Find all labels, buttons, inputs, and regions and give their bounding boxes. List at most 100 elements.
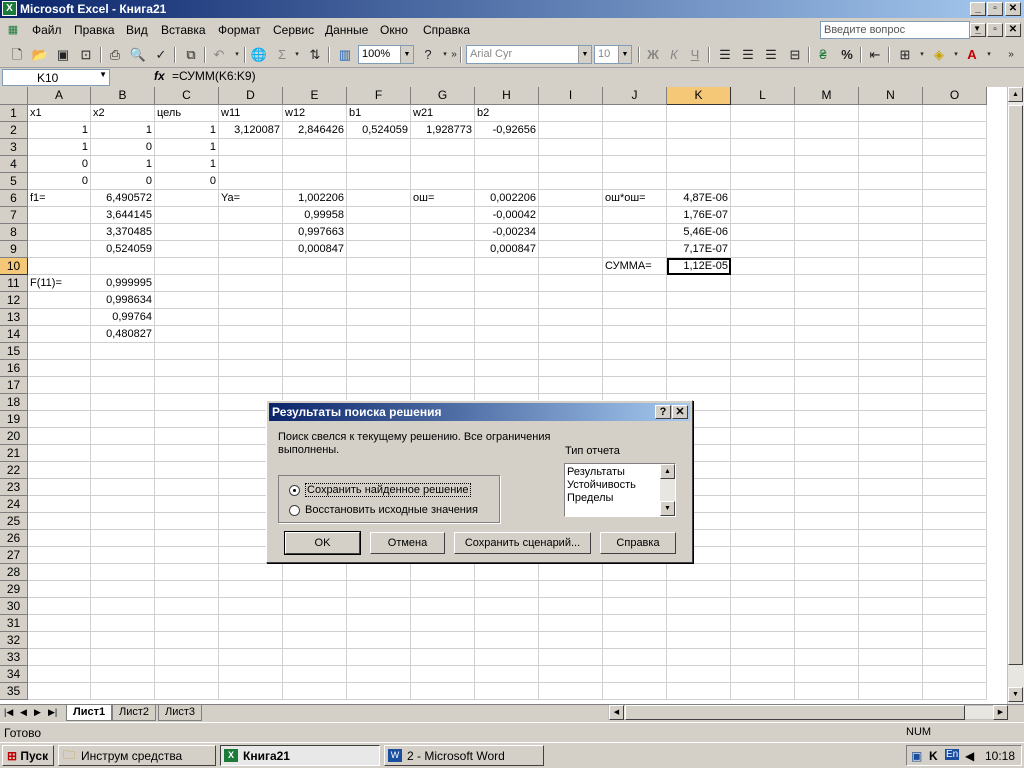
cell-k2[interactable]	[667, 122, 731, 139]
cell-a31[interactable]	[28, 615, 91, 632]
cell-d7[interactable]	[219, 207, 283, 224]
cell-n16[interactable]	[859, 360, 923, 377]
cell-b18[interactable]	[91, 394, 155, 411]
cell-o26[interactable]	[923, 530, 987, 547]
cell-i3[interactable]	[539, 139, 603, 156]
cell-m32[interactable]	[795, 632, 859, 649]
cell-a7[interactable]	[28, 207, 91, 224]
menu-tools[interactable]: Сервис	[273, 23, 314, 37]
cell-g8[interactable]	[411, 224, 475, 241]
next-sheet-icon[interactable]: ▶	[34, 707, 41, 718]
cell-c6[interactable]	[155, 190, 219, 207]
cell-k1[interactable]	[667, 105, 731, 122]
cell-a26[interactable]	[28, 530, 91, 547]
cell-j7[interactable]	[603, 207, 667, 224]
cell-f30[interactable]	[347, 598, 411, 615]
cell-d28[interactable]	[219, 564, 283, 581]
menu-insert[interactable]: Вставка	[161, 23, 206, 37]
cell-h32[interactable]	[475, 632, 539, 649]
cell-h17[interactable]	[475, 377, 539, 394]
cell-i33[interactable]	[539, 649, 603, 666]
row-header-27[interactable]: 27	[0, 547, 28, 564]
cell-h28[interactable]	[475, 564, 539, 581]
scroll-up-icon[interactable]: ▲	[1008, 87, 1023, 102]
cell-m29[interactable]	[795, 581, 859, 598]
cell-g14[interactable]	[411, 326, 475, 343]
cell-k10[interactable]: 1,12E-05	[667, 258, 731, 275]
italic-icon[interactable]: К	[665, 46, 683, 64]
font-size-combo[interactable]: 10 ▼	[594, 45, 632, 64]
row-header-16[interactable]: 16	[0, 360, 28, 377]
cell-f31[interactable]	[347, 615, 411, 632]
cell-o15[interactable]	[923, 343, 987, 360]
cell-m18[interactable]	[795, 394, 859, 411]
cell-b8[interactable]: 3,370485	[91, 224, 155, 241]
chevron-down-icon[interactable]: ▼	[578, 46, 591, 63]
cell-b20[interactable]	[91, 428, 155, 445]
cell-e9[interactable]: 0,000847	[283, 241, 347, 258]
cell-j33[interactable]	[603, 649, 667, 666]
cell-f4[interactable]	[347, 156, 411, 173]
new-icon[interactable]: 🗋	[8, 46, 26, 64]
column-header-j[interactable]: J	[603, 87, 667, 105]
cell-d14[interactable]	[219, 326, 283, 343]
cell-a20[interactable]	[28, 428, 91, 445]
cell-d33[interactable]	[219, 649, 283, 666]
cell-i13[interactable]	[539, 309, 603, 326]
cell-n11[interactable]	[859, 275, 923, 292]
cell-m1[interactable]	[795, 105, 859, 122]
cell-c30[interactable]	[155, 598, 219, 615]
cell-g3[interactable]	[411, 139, 475, 156]
row-header-22[interactable]: 22	[0, 462, 28, 479]
cell-l10[interactable]	[731, 258, 795, 275]
cell-b14[interactable]: 0,480827	[91, 326, 155, 343]
cell-f16[interactable]	[347, 360, 411, 377]
cell-n21[interactable]	[859, 445, 923, 462]
cell-i15[interactable]	[539, 343, 603, 360]
cell-n24[interactable]	[859, 496, 923, 513]
row-header-26[interactable]: 26	[0, 530, 28, 547]
cell-j15[interactable]	[603, 343, 667, 360]
cell-c21[interactable]	[155, 445, 219, 462]
row-header-4[interactable]: 4	[0, 156, 28, 173]
cell-n35[interactable]	[859, 683, 923, 700]
cell-h15[interactable]	[475, 343, 539, 360]
cell-d9[interactable]	[219, 241, 283, 258]
cell-h11[interactable]	[475, 275, 539, 292]
cell-k29[interactable]	[667, 581, 731, 598]
cell-l28[interactable]	[731, 564, 795, 581]
row-header-19[interactable]: 19	[0, 411, 28, 428]
cell-a35[interactable]	[28, 683, 91, 700]
cell-l27[interactable]	[731, 547, 795, 564]
cell-n18[interactable]	[859, 394, 923, 411]
cell-c14[interactable]	[155, 326, 219, 343]
cell-g32[interactable]	[411, 632, 475, 649]
cell-m26[interactable]	[795, 530, 859, 547]
cell-i30[interactable]	[539, 598, 603, 615]
cell-o9[interactable]	[923, 241, 987, 258]
cell-b30[interactable]	[91, 598, 155, 615]
cell-b10[interactable]	[91, 258, 155, 275]
cell-b26[interactable]	[91, 530, 155, 547]
cell-b34[interactable]	[91, 666, 155, 683]
column-header-d[interactable]: D	[219, 87, 283, 105]
cell-b2[interactable]: 1	[91, 122, 155, 139]
cell-o30[interactable]	[923, 598, 987, 615]
cell-b28[interactable]	[91, 564, 155, 581]
formula-input[interactable]: =СУММ(K6:K9)	[172, 69, 256, 83]
sheet-tab-3[interactable]: Лист3	[158, 705, 203, 721]
last-sheet-icon[interactable]: ▶|	[48, 707, 57, 718]
row-header-2[interactable]: 2	[0, 122, 28, 139]
row-header-14[interactable]: 14	[0, 326, 28, 343]
cell-o35[interactable]	[923, 683, 987, 700]
cell-i31[interactable]	[539, 615, 603, 632]
report-list-scrollbar[interactable]: ▲ ▼	[660, 464, 675, 516]
scroll-right-icon[interactable]: ▶	[993, 705, 1008, 720]
open-icon[interactable]: 📂	[31, 46, 49, 64]
network-icon[interactable]: ▣	[911, 749, 922, 763]
spelling-icon[interactable]: ✓	[152, 46, 170, 64]
cell-g12[interactable]	[411, 292, 475, 309]
cell-g33[interactable]	[411, 649, 475, 666]
cell-l18[interactable]	[731, 394, 795, 411]
cell-m10[interactable]	[795, 258, 859, 275]
